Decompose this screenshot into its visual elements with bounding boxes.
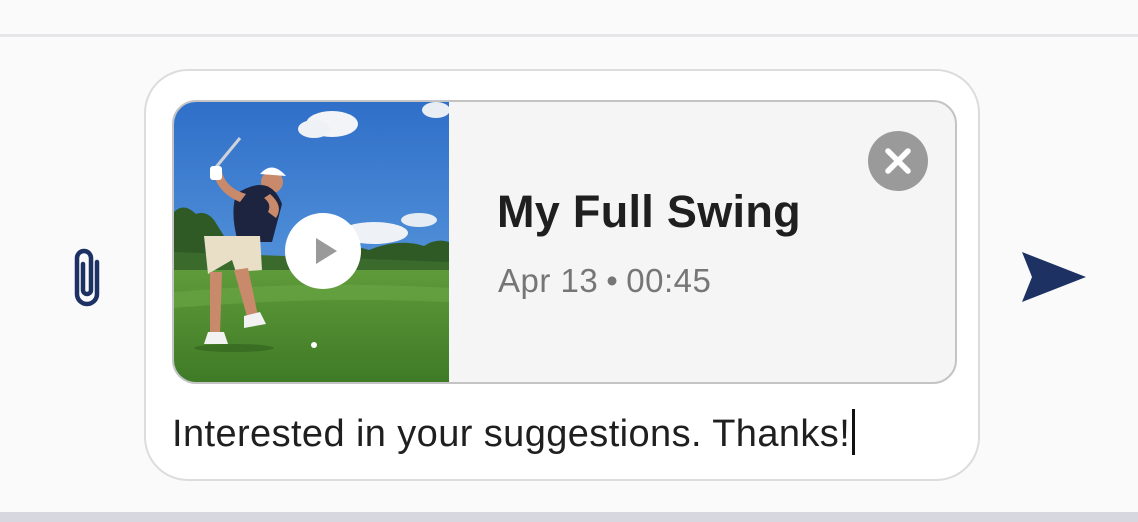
message-composer: My Full Swing Apr 13 • 00:45 Interested in… [144,69,980,481]
attach-button[interactable] [64,244,110,314]
video-duration: 00:45 [626,262,712,299]
send-button[interactable] [1018,248,1090,306]
play-icon [316,238,337,264]
top-divider [0,34,1138,37]
video-meta: Apr 13 • 00:45 [498,262,711,300]
remove-attachment-button[interactable] [868,131,928,191]
play-button[interactable] [285,213,361,289]
text-cursor [852,409,856,455]
bottom-bar [0,512,1138,522]
meta-separator: • [606,262,619,299]
close-icon [885,148,911,174]
video-date: Apr 13 [498,262,599,299]
message-input[interactable]: Interested in your suggestions. Thanks! [172,409,962,459]
send-icon [1022,252,1086,302]
paperclip-icon [74,248,100,307]
video-title: My Full Swing [497,186,801,237]
message-text: Interested in your suggestions. Thanks! [172,413,851,455]
video-attachment-card[interactable]: My Full Swing Apr 13 • 00:45 [172,100,957,384]
